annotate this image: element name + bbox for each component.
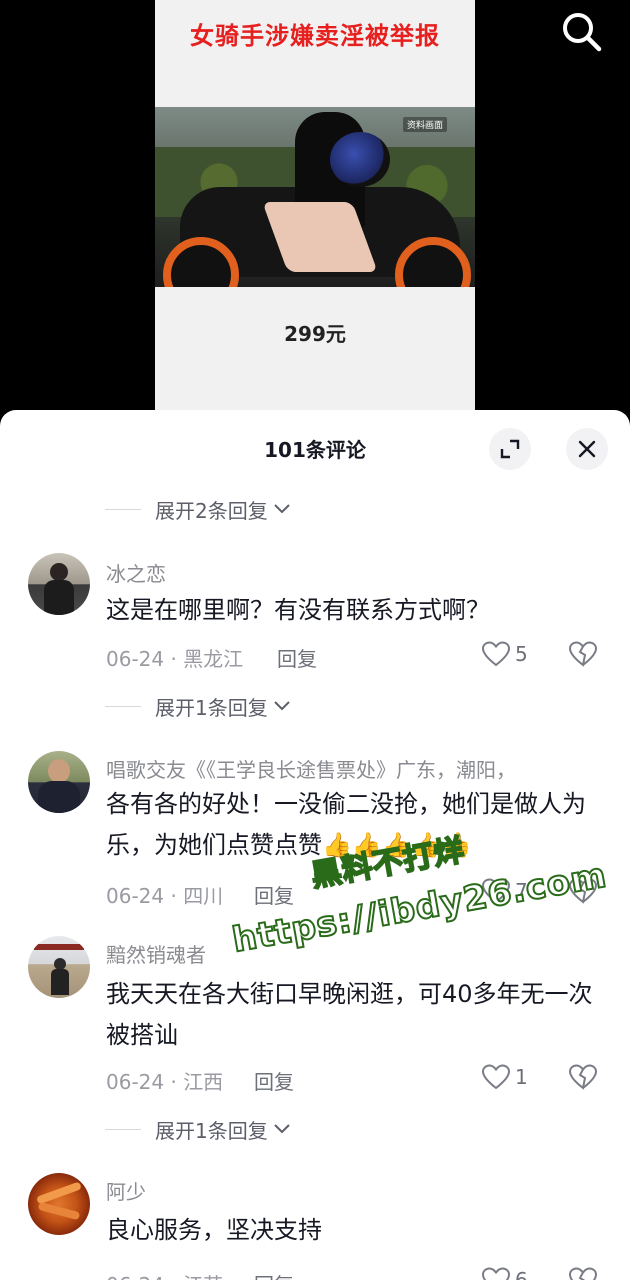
comment-text: 良心服务，坚决支持 — [106, 1216, 322, 1244]
chevron-down-icon — [274, 1124, 290, 1134]
video-price: 299元 — [284, 322, 346, 346]
broken-heart-icon — [568, 1064, 598, 1090]
comment-date-location: 06-24 · 江西 — [106, 1070, 224, 1094]
expand-replies-label: 展开2条回复 — [155, 498, 268, 523]
like-count: 5 — [515, 642, 528, 666]
comment-text: 这是在哪里啊？有没有联系方式啊？ — [106, 596, 490, 624]
chevron-down-icon — [274, 504, 290, 514]
video-title: 女骑手涉嫌卖淫被举报 — [190, 22, 440, 50]
expand-icon — [500, 439, 520, 459]
comment-date-location: 06-24 · 四川 — [106, 884, 224, 908]
heart-icon — [481, 1267, 511, 1280]
avatar[interactable] — [28, 553, 90, 615]
comment-sheet-header: 101条评论 — [0, 410, 630, 482]
close-button[interactable] — [566, 428, 608, 470]
comment-text: 各有各的好处！一没偷二没抢，她们是做人为乐，为她们点赞点赞👍👍👍👍👍 — [106, 790, 586, 859]
dislike-button[interactable] — [568, 640, 598, 672]
comment-sheet: 101条评论 展开2条回复 冰之恋 这是在哪里啊？有没有联系方式啊？ 06-24… — [0, 410, 630, 1280]
comment-username[interactable]: 冰之恋 — [106, 558, 166, 587]
avatar[interactable] — [28, 1173, 90, 1235]
reply-button[interactable]: 回复 — [254, 880, 294, 909]
comment-username[interactable]: 阿少 — [106, 1176, 146, 1205]
search-icon[interactable] — [560, 10, 602, 52]
heart-icon — [481, 878, 511, 904]
expand-replies-label: 展开1条回复 — [155, 695, 268, 720]
dislike-button[interactable] — [568, 1063, 598, 1095]
comment-username[interactable]: 唱歌交友《《王学良长途售票处》广东，潮阳， — [106, 754, 516, 783]
like-button[interactable]: 5 — [481, 640, 528, 668]
image-tag: 资料画面 — [402, 117, 447, 132]
broken-heart-icon — [568, 878, 598, 904]
like-count: 7 — [515, 879, 528, 903]
expand-sheet-button[interactable] — [489, 428, 531, 470]
comment-username[interactable]: 黯然销魂者 — [106, 939, 206, 968]
comment-date-location: 06-24 · 黑龙江 — [106, 647, 244, 671]
reply-button[interactable]: 回复 — [254, 1269, 294, 1280]
like-button[interactable]: 6 — [481, 1266, 528, 1280]
video-frame: 女骑手涉嫌卖淫被举报 资料画面 299元 — [155, 0, 475, 430]
divider — [105, 508, 141, 510]
reply-button[interactable]: 回复 — [254, 1066, 294, 1095]
like-button[interactable]: 7 — [481, 877, 528, 905]
heart-icon — [481, 1064, 511, 1090]
heart-icon — [481, 641, 511, 667]
divider — [105, 1128, 141, 1130]
dislike-button[interactable] — [568, 1266, 598, 1280]
comment-count-title: 101条评论 — [264, 438, 366, 462]
divider — [105, 705, 141, 707]
broken-heart-icon — [568, 641, 598, 667]
avatar[interactable] — [28, 751, 90, 813]
comment-text: 我天天在各大街口早晚闲逛，可40多年无一次被搭讪 — [106, 980, 593, 1049]
reply-button[interactable]: 回复 — [277, 643, 317, 672]
broken-heart-icon — [568, 1267, 598, 1280]
dislike-button[interactable] — [568, 877, 598, 909]
like-count: 1 — [515, 1065, 528, 1089]
expand-replies-label: 展开1条回复 — [155, 1118, 268, 1143]
expand-replies-button[interactable]: 展开2条回复 — [105, 494, 292, 524]
avatar[interactable] — [28, 936, 90, 998]
video-player[interactable]: 女骑手涉嫌卖淫被举报 资料画面 299元 — [0, 0, 630, 430]
like-count: 6 — [515, 1268, 528, 1280]
close-icon — [578, 440, 596, 458]
like-button[interactable]: 1 — [481, 1063, 528, 1091]
video-photo: 资料画面 — [155, 107, 475, 287]
expand-replies-button[interactable]: 展开1条回复 — [105, 691, 292, 721]
comment-date-location: 06-24 · 江苏 — [106, 1269, 223, 1280]
expand-replies-button[interactable]: 展开1条回复 — [105, 1114, 292, 1144]
chevron-down-icon — [274, 701, 290, 711]
